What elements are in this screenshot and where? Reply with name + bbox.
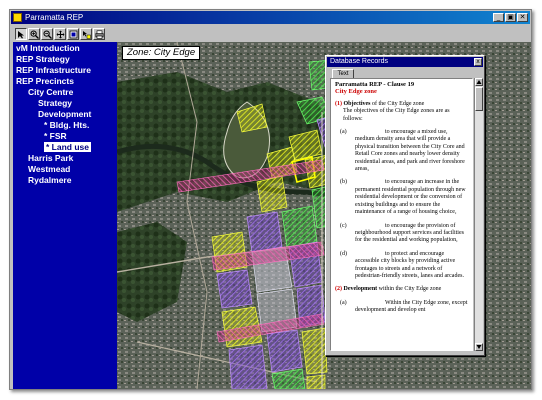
scroll-down-icon (476, 345, 482, 349)
zoom-in-button[interactable] (28, 27, 40, 40)
minimize-button[interactable]: _ (493, 13, 504, 22)
dialog-title: Database Records (330, 58, 388, 65)
nav-vm-introduction[interactable]: vM Introduction (13, 43, 117, 54)
close-button[interactable]: ✕ (517, 13, 528, 22)
objectives-number: (1) (335, 100, 342, 107)
objectives-rest: of the City Edge zone (370, 100, 425, 107)
objective-item: (c) to encourage the provision of neighbo… (335, 223, 468, 245)
pointer-icon (18, 30, 24, 38)
objective-text: to encourage an increase in the permanen… (355, 179, 466, 216)
nav-city-centre[interactable]: City Centre (13, 87, 117, 98)
zoom-out-button[interactable] (41, 27, 53, 40)
dialog-scrollbar[interactable] (474, 78, 483, 351)
nav-fsr[interactable]: * FSR (13, 131, 117, 142)
dialog-close-button[interactable]: x (474, 58, 482, 66)
toolbar (13, 26, 113, 41)
zone-name: City Edge zone (335, 88, 377, 96)
identify-button[interactable] (80, 27, 92, 40)
scroll-up-icon (476, 80, 482, 84)
zone-label: Zone: City Edge (122, 46, 201, 60)
pointer-tool-button[interactable] (15, 27, 27, 40)
nav-land-use[interactable]: * Land use (13, 142, 117, 153)
zoom-out-icon (43, 30, 52, 39)
nav-rydalmere[interactable]: Rydalmere (13, 175, 117, 186)
clause-title: Parramatta REP - Clause 19 (335, 81, 415, 88)
nav-rep-precincts[interactable]: REP Precincts (13, 76, 117, 87)
nav-rep-infrastructure[interactable]: REP Infrastructure (13, 65, 117, 76)
zoom-in-icon (30, 30, 39, 39)
objective-text: to encourage a mixed use, medium density… (355, 129, 465, 173)
full-extent-icon (69, 30, 78, 38)
objective-item: (b) to encourage an increase in the perma… (335, 179, 468, 216)
nav-building-heights[interactable]: * Bldg. Hts. (13, 120, 117, 131)
dialog-title-bar[interactable]: Database Records x (327, 57, 483, 67)
print-button[interactable] (93, 27, 105, 40)
maximize-button[interactable]: ▣ (505, 13, 516, 22)
title-bar[interactable]: Parramatta REP _ ▣ ✕ (11, 11, 530, 24)
objective-text: to protect and encourage accessible city… (355, 250, 464, 279)
pan-icon (56, 30, 65, 38)
pan-button[interactable] (54, 27, 66, 40)
objectives-intro: The objectives of the City Edge zones ar… (343, 108, 450, 122)
objective-item: (a) to encourage a mixed use, medium dens… (335, 129, 468, 173)
nav-land-use-selected-label: * Land use (44, 142, 91, 152)
scroll-thumb[interactable] (475, 87, 483, 111)
navigation-sidebar: vM Introduction REP Strategy REP Infrast… (13, 42, 117, 389)
nav-westmead[interactable]: Westmead (13, 164, 117, 175)
nav-strategy[interactable]: Strategy (13, 98, 117, 109)
app-window: Parramatta REP _ ▣ ✕ vM Introduction REP… (9, 9, 532, 390)
app-icon (13, 13, 22, 22)
full-extent-button[interactable] (67, 27, 79, 40)
development-heading: (2) Development within the City Edge zon… (335, 286, 468, 293)
database-records-dialog: Database Records x Text Parramatta REP -… (325, 55, 485, 356)
nav-development[interactable]: Development (13, 109, 117, 120)
objective-text: to encourage the provision of neighbourh… (355, 222, 464, 244)
development-rest: within the City Edge zone (377, 286, 442, 293)
identify-icon (83, 30, 91, 39)
scroll-up-button[interactable] (475, 78, 483, 86)
development-number: (2) (335, 286, 342, 293)
window-controls: _ ▣ ✕ (493, 13, 528, 22)
objectives-label: Objectives (343, 100, 371, 107)
print-icon (95, 30, 104, 39)
development-item: (a) Within the City Edge zone, except dev… (335, 300, 468, 315)
development-item-text: Within the City Edge zone, except develo… (355, 299, 468, 314)
objective-item: (d) to protect and encourage accessible c… (335, 251, 468, 281)
scroll-down-button[interactable] (475, 343, 483, 351)
nav-harris-park[interactable]: Harris Park (13, 153, 117, 164)
clause-text-panel[interactable]: Parramatta REP - Clause 19 City Edge zon… (330, 78, 473, 351)
development-label: Development (343, 286, 378, 293)
nav-rep-strategy[interactable]: REP Strategy (13, 54, 117, 65)
window-title: Parramatta REP (25, 13, 84, 22)
